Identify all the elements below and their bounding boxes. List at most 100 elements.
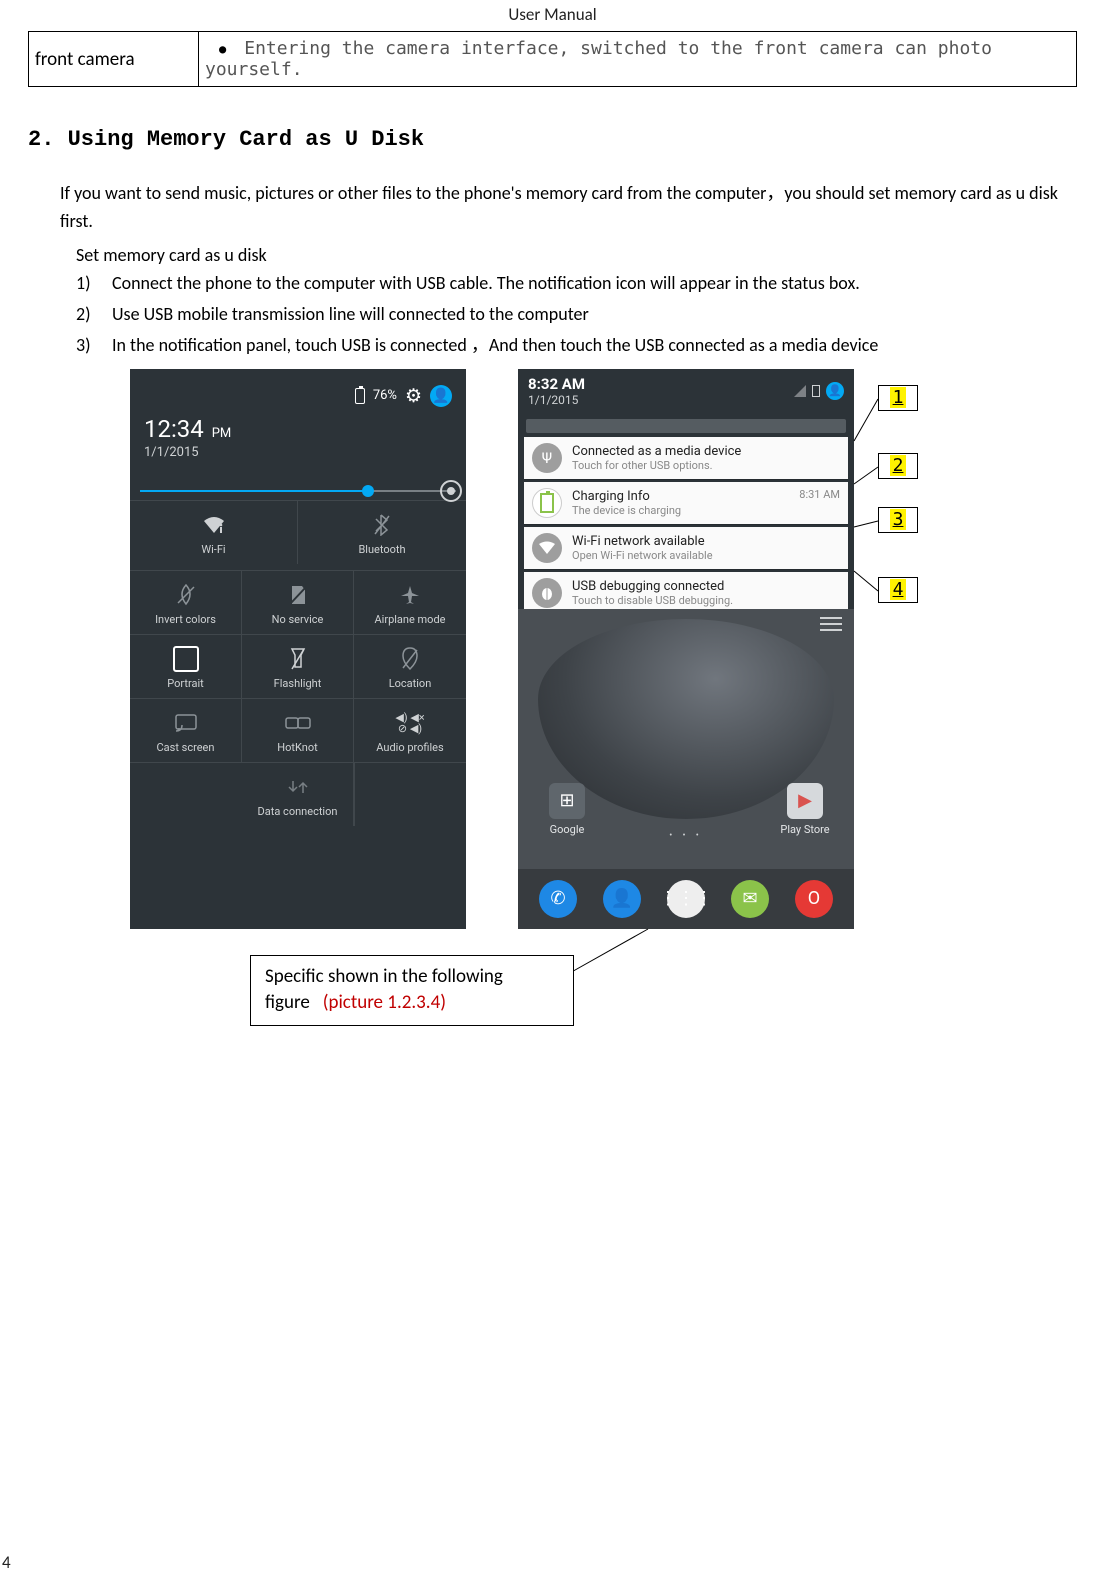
step-item: 3) In the notification panel, touch USB …	[76, 332, 1077, 359]
callout-4: 4	[878, 577, 918, 603]
dock-contacts-icon[interactable]: 👤	[603, 880, 641, 918]
tile-flashlight[interactable]: Flashlight	[242, 634, 354, 698]
tile-label: Data connection	[246, 805, 349, 818]
tile-audio-profiles[interactable]: ◀) ◀×⊘ ◀) Audio profiles	[354, 698, 466, 762]
portrait-icon	[134, 645, 237, 673]
step-text: Use USB mobile transmission line will co…	[112, 301, 589, 328]
step-item: 1) Connect the phone to the computer wit…	[76, 270, 1077, 297]
avatar-icon[interactable]: 👤	[826, 382, 844, 400]
tile-label: Location	[358, 677, 462, 690]
usb-icon: Ψ	[532, 443, 562, 473]
notif-title: Charging Info	[572, 489, 799, 504]
figures-container: 76% ⚙ 👤 12:34 PM 1/1/2015 Wi-Fi Bluetoot…	[28, 369, 1077, 1009]
tile-data-connection[interactable]: Data connection	[242, 762, 354, 826]
tile-bluetooth[interactable]: Bluetooth	[298, 501, 466, 564]
caption-line2a: figure	[265, 991, 310, 1014]
google-search-bar[interactable]	[526, 419, 846, 433]
data-icon	[246, 773, 349, 801]
tile-label: Flashlight	[246, 677, 349, 690]
doc-header-title: User Manual	[28, 0, 1077, 31]
clock-ampm: PM	[212, 426, 232, 441]
table-cell-front-camera-desc: Entering the camera interface, switched …	[199, 32, 1077, 87]
table-cell-front-camera-label: front camera	[29, 32, 199, 87]
app-play-store[interactable]: ▶ Play Store	[780, 783, 830, 836]
dock-apps-icon[interactable]: ⋮⋮⋮	[667, 880, 705, 918]
home-screen: ⊞ Google ▶ Play Store • • • ✆ 👤 ⋮⋮⋮ ✉ O	[518, 609, 854, 929]
tile-label: Bluetooth	[302, 543, 462, 556]
step-text: Connect the phone to the computer with U…	[112, 270, 860, 297]
step-number: 3)	[76, 332, 112, 359]
tile-portrait[interactable]: Portrait	[130, 634, 242, 698]
tile-label: Airplane mode	[358, 613, 462, 626]
flashlight-icon	[246, 645, 349, 673]
notif-subtitle: Touch to disable USB debugging.	[572, 594, 840, 607]
tile-label: Portrait	[134, 677, 237, 690]
notif-time: 8:31 AM	[799, 488, 840, 501]
tile-cast-screen[interactable]: Cast screen	[130, 698, 242, 762]
bug-icon	[532, 578, 562, 608]
tile-label: Invert colors	[134, 613, 237, 626]
caption-line2b: (picture 1.2.3.4)	[323, 991, 446, 1014]
invert-colors-icon	[134, 581, 237, 609]
notif-title: USB debugging connected	[572, 579, 840, 594]
figure-caption: Specific shown in the following figure (…	[250, 955, 574, 1026]
status-date: 1/1/2015	[528, 393, 585, 407]
step-number: 1)	[76, 270, 112, 297]
signal-icon	[794, 385, 806, 397]
sim-icon	[246, 581, 349, 609]
dock-messaging-icon[interactable]: ✉	[731, 880, 769, 918]
notif-title: Wi-Fi network available	[572, 534, 840, 549]
tile-label: Wi-Fi	[134, 543, 293, 556]
subheading: Set memory card as u disk	[76, 244, 1077, 266]
tile-airplane-mode[interactable]: Airplane mode	[354, 571, 466, 634]
step-item: 2) Use USB mobile transmission line will…	[76, 301, 1077, 328]
tile-hotknot[interactable]: HotKnot	[242, 698, 354, 762]
screenshot-quick-settings: 76% ⚙ 👤 12:34 PM 1/1/2015 Wi-Fi Bluetoot…	[130, 369, 466, 929]
notif-charging[interactable]: Charging Info The device is charging 8:3…	[524, 482, 848, 524]
tile-wifi[interactable]: Wi-Fi	[130, 501, 298, 564]
brightness-auto-icon[interactable]	[440, 480, 462, 502]
status-time: 8:32 AM	[528, 375, 585, 393]
clock-date: 1/1/2015	[144, 445, 452, 460]
page-number: 4	[2, 1552, 11, 1573]
wifi-icon	[134, 511, 293, 539]
notif-subtitle: Open Wi-Fi network available	[572, 549, 840, 562]
tile-label: Cast screen	[134, 741, 237, 754]
dock: ✆ 👤 ⋮⋮⋮ ✉ O	[518, 869, 854, 929]
avatar-icon[interactable]: 👤	[430, 385, 452, 407]
brightness-slider[interactable]	[140, 490, 456, 492]
location-icon	[358, 645, 462, 673]
notif-usb-debugging[interactable]: USB debugging connected Touch to disable…	[524, 572, 848, 614]
bluetooth-icon	[302, 511, 462, 539]
notif-wifi[interactable]: Wi-Fi network available Open Wi-Fi netwo…	[524, 527, 848, 569]
callout-1: 1	[878, 385, 918, 411]
feature-table: front camera Entering the camera interfa…	[28, 31, 1077, 87]
step-text: In the notification panel, touch USB is …	[112, 332, 878, 359]
intro-paragraph: If you want to send music, pictures or o…	[60, 180, 1077, 236]
tile-no-service[interactable]: No service	[242, 571, 354, 634]
tile-label: Audio profiles	[358, 741, 462, 754]
tile-invert-colors[interactable]: Invert colors	[130, 571, 242, 634]
gear-icon[interactable]: ⚙	[405, 384, 422, 407]
cast-icon	[134, 709, 237, 737]
clock-hours: 12:34	[144, 415, 204, 443]
clock-time: 12:34 PM	[144, 415, 452, 443]
wifi-notif-icon	[532, 533, 562, 563]
caption-line1: Specific shown in the following	[265, 965, 503, 988]
notification-list: Ψ Connected as a media device Touch for …	[524, 437, 848, 614]
callout-2: 2	[878, 453, 918, 479]
audio-icon: ◀) ◀×⊘ ◀)	[358, 709, 462, 737]
notif-subtitle: The device is charging	[572, 504, 799, 517]
app-google-folder[interactable]: ⊞ Google	[542, 783, 592, 836]
tile-label: HotKnot	[246, 741, 349, 754]
step-number: 2)	[76, 301, 112, 328]
dock-browser-icon[interactable]: O	[795, 880, 833, 918]
notif-media-device[interactable]: Ψ Connected as a media device Touch for …	[524, 437, 848, 479]
tile-label: No service	[246, 613, 349, 626]
charging-icon	[532, 488, 562, 518]
drawer-handle-icon[interactable]	[820, 617, 842, 631]
notif-subtitle: Touch for other USB options.	[572, 459, 840, 472]
tile-location[interactable]: Location	[354, 634, 466, 698]
dock-phone-icon[interactable]: ✆	[539, 880, 577, 918]
screenshot-notifications: 8:32 AM 1/1/2015 👤 Ψ Connected as a medi…	[518, 369, 854, 929]
